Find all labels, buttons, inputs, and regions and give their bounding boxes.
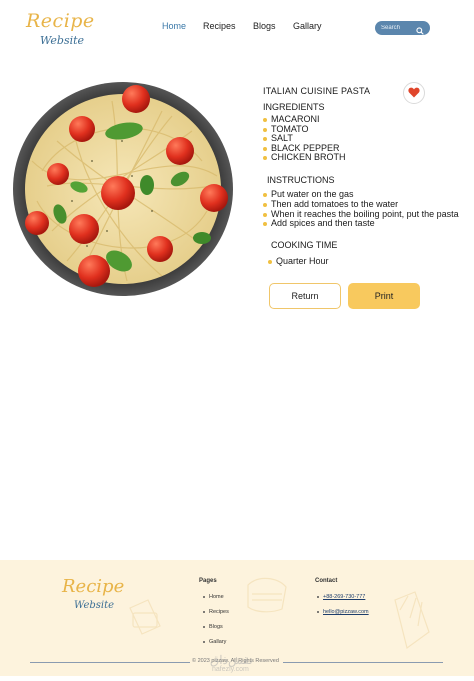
search-bar[interactable] bbox=[375, 21, 430, 35]
bullet-icon bbox=[263, 202, 267, 207]
print-button[interactable]: Print bbox=[348, 283, 420, 309]
ingredient-text: SALT bbox=[271, 133, 293, 144]
bullet-icon bbox=[203, 595, 205, 598]
favorite-button[interactable] bbox=[403, 82, 425, 104]
bullet-icon bbox=[268, 260, 272, 264]
footer-pages-heading: Pages bbox=[199, 578, 217, 584]
recipe-title: ITALIAN CUISINE PASTA bbox=[263, 86, 371, 96]
footer-link-label: Blogs bbox=[209, 624, 223, 630]
footer-link-label: Gallary bbox=[209, 639, 227, 645]
bullet-icon bbox=[203, 610, 205, 613]
instruction-text: Add spices and then taste bbox=[271, 218, 375, 229]
footer-logo-title: Recipe bbox=[62, 576, 125, 597]
instructions-heading: INSTRUCTIONS bbox=[267, 175, 335, 185]
nav-gallary[interactable]: Gallary bbox=[293, 21, 322, 31]
pasta-dish-image bbox=[12, 81, 234, 297]
site-logo[interactable]: Recipe Website bbox=[26, 10, 96, 52]
footer-link-recipes[interactable]: Recipes bbox=[203, 609, 229, 615]
footer-contact-heading: Contact bbox=[315, 578, 338, 584]
ingredients-heading: INGREDIENTS bbox=[263, 102, 325, 112]
bullet-icon bbox=[263, 127, 267, 132]
footer-divider-right bbox=[283, 662, 443, 663]
cooking-time-value: Quarter Hour bbox=[276, 256, 329, 266]
bullet-icon bbox=[263, 222, 267, 227]
nav-recipes[interactable]: Recipes bbox=[203, 21, 236, 31]
bullet-icon bbox=[203, 640, 205, 643]
footer-link-gallary[interactable]: Gallary bbox=[203, 639, 226, 645]
watermark-subtext: nafezly.com bbox=[212, 666, 249, 673]
nav-home[interactable]: Home bbox=[162, 21, 186, 31]
footer-link-home[interactable]: Home bbox=[203, 594, 224, 600]
bullet-icon bbox=[263, 212, 267, 217]
list-item: Quarter Hour bbox=[268, 256, 329, 267]
instruction-text: Then add tomatoes to the water bbox=[271, 198, 399, 209]
phone-text: +88-269-730-777 bbox=[323, 594, 366, 600]
ingredient-text: BLACK PEPPER bbox=[271, 142, 340, 153]
logo-subtitle: Website bbox=[40, 34, 85, 47]
bullet-icon bbox=[263, 137, 267, 142]
instruction-text: When it reaches the boiling point, put t… bbox=[271, 208, 459, 219]
ingredient-text: MACARONI bbox=[271, 114, 320, 124]
email-text: hello@pizzaw.com bbox=[323, 609, 369, 615]
ingredients-list: MACARONI TOMATO SALT BLACK PEPPER CHICKE… bbox=[263, 114, 346, 163]
bullet-icon bbox=[263, 146, 267, 151]
footer-logo-subtitle: Website bbox=[74, 600, 115, 611]
return-button[interactable]: Return bbox=[269, 283, 341, 309]
instruction-text: Put water on the gas bbox=[271, 189, 354, 199]
ingredient-text: TOMATO bbox=[271, 123, 309, 134]
footer-link-label: Home bbox=[209, 594, 224, 600]
list-item: CHICKEN BROTH bbox=[263, 153, 346, 163]
footer-link-blogs[interactable]: Blogs bbox=[203, 624, 223, 630]
cooking-time-list: Quarter Hour bbox=[268, 256, 329, 267]
heart-icon bbox=[408, 87, 420, 98]
footer-email-link[interactable]: hello@pizzaw.com bbox=[317, 609, 369, 615]
list-item: Add spices and then taste bbox=[263, 218, 459, 229]
instructions-list: Put water on the gas Then add tomatoes t… bbox=[263, 189, 459, 229]
cooking-time-heading: COOKING TIME bbox=[271, 240, 338, 250]
footer-logo[interactable]: Recipe Website bbox=[62, 576, 132, 618]
search-input[interactable] bbox=[381, 23, 415, 33]
bullet-icon bbox=[317, 595, 319, 598]
bullet-icon bbox=[263, 156, 267, 161]
bullet-icon bbox=[263, 118, 267, 122]
bullet-icon bbox=[317, 610, 319, 613]
nav-blogs[interactable]: Blogs bbox=[253, 21, 276, 31]
bullet-icon bbox=[203, 625, 205, 628]
ingredient-text: CHICKEN BROTH bbox=[271, 152, 346, 163]
logo-title: Recipe bbox=[26, 10, 95, 32]
bullet-icon bbox=[263, 193, 267, 197]
search-icon[interactable] bbox=[415, 23, 425, 35]
footer-phone-link[interactable]: +88-269-730-777 bbox=[317, 594, 365, 600]
watermark-text: نقش‌ذاق bbox=[210, 653, 253, 667]
footer-divider-left bbox=[30, 662, 190, 663]
footer-link-label: Recipes bbox=[209, 609, 229, 615]
